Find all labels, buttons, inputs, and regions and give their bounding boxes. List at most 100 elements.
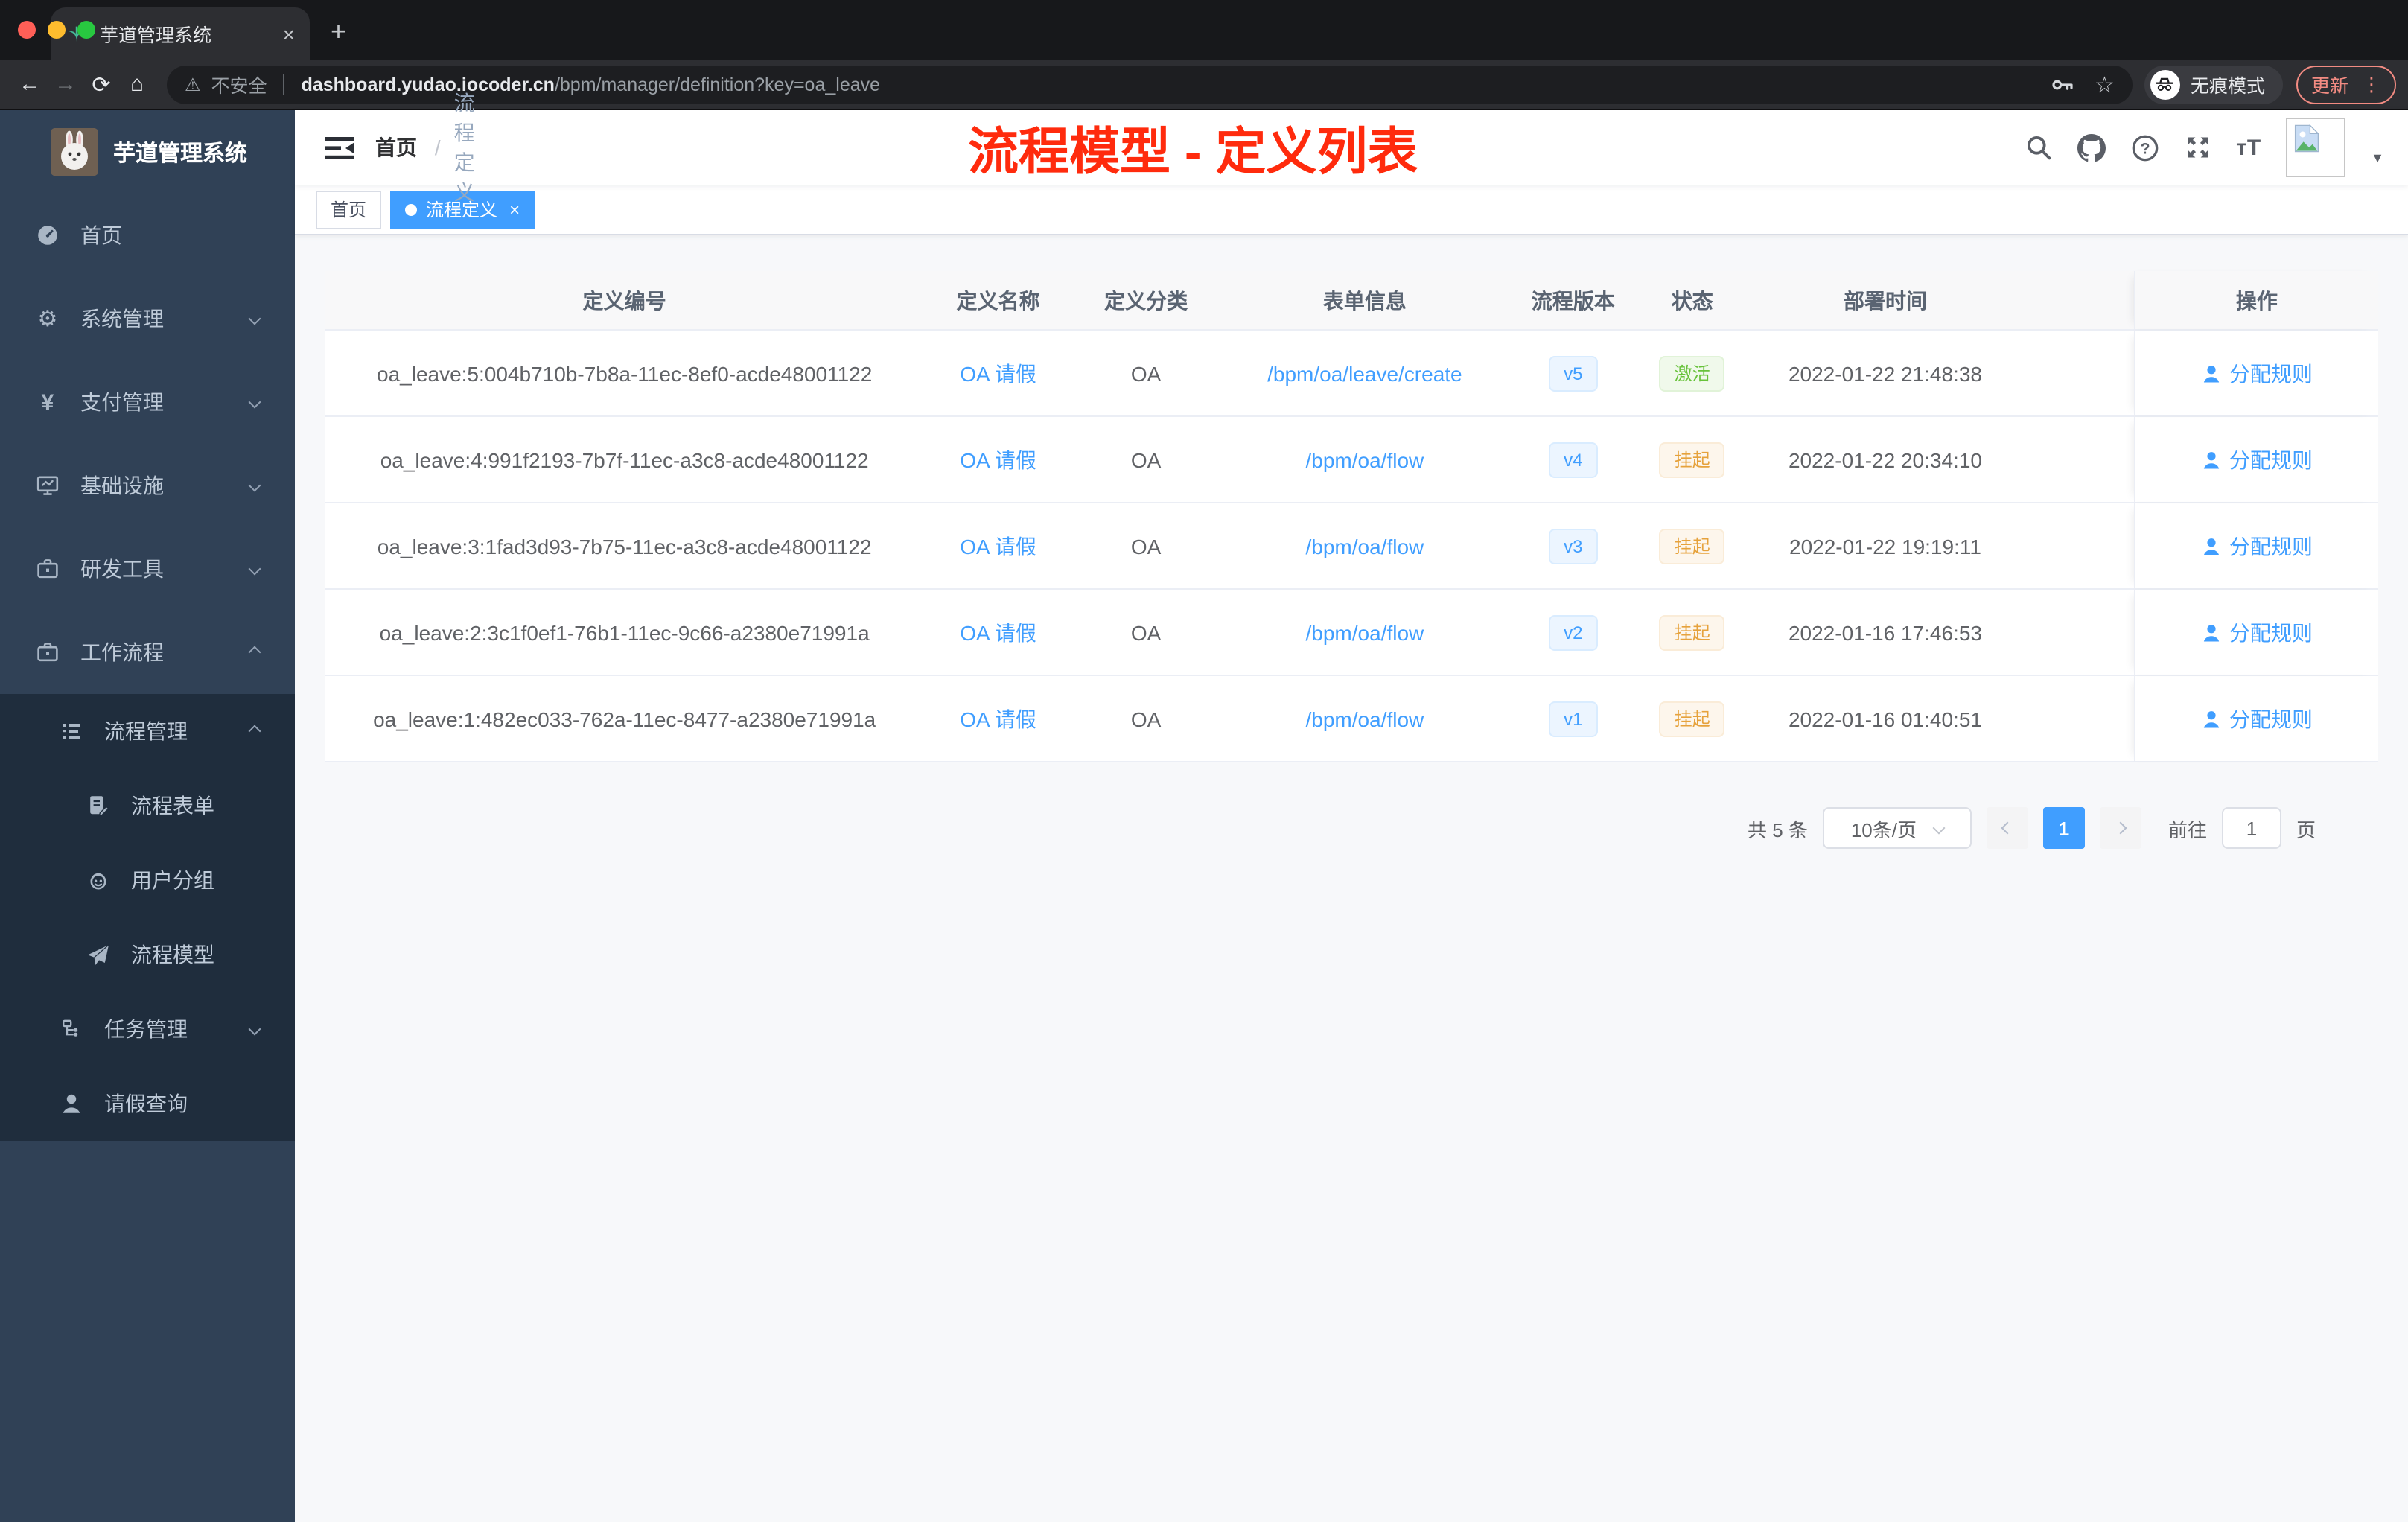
sidebar-item-process-form[interactable]: 流程表单 xyxy=(0,768,295,843)
deploy-time: 2022-01-22 19:19:11 xyxy=(1789,534,1981,558)
definition-name-link[interactable]: OA 请假 xyxy=(960,358,1036,388)
window-zoom-button[interactable] xyxy=(77,21,95,39)
breadcrumb-current: 流程定义 xyxy=(453,91,475,204)
key-icon[interactable] xyxy=(2050,72,2074,96)
form-info-link[interactable]: /bpm/oa/flow xyxy=(1306,620,1424,644)
fullscreen-icon[interactable] xyxy=(2184,134,2211,161)
sidebar-item-label: 流程管理 xyxy=(104,719,188,743)
prev-page-button[interactable] xyxy=(1986,807,2028,849)
goto-label: 前往 xyxy=(2167,818,2207,841)
sidebar-item-process-management[interactable]: 流程管理 xyxy=(0,694,295,768)
sidebar-item-leave-query[interactable]: 请假查询 xyxy=(0,1066,295,1141)
search-icon[interactable] xyxy=(2025,134,2051,161)
sidebar-item-label: 用户分组 xyxy=(131,868,214,892)
reload-icon[interactable]: ⟳ xyxy=(83,71,119,98)
browser-tabstrip: 芋道管理系统 × + xyxy=(0,0,2408,60)
assign-rule-link[interactable]: 分配规则 xyxy=(2201,531,2313,561)
sidebar-item-label: 流程模型 xyxy=(131,943,214,967)
bookmark-star-icon[interactable]: ☆ xyxy=(2095,71,2115,98)
col-definition-id: 定义编号 xyxy=(582,288,666,312)
definition-name-link[interactable]: OA 请假 xyxy=(960,617,1036,647)
window-close-button[interactable] xyxy=(18,21,36,39)
sidebar-item-user-group[interactable]: 用户分组 xyxy=(0,843,295,917)
definition-name-link[interactable]: OA 请假 xyxy=(960,445,1036,474)
url-divider xyxy=(283,74,285,95)
sidebar-item-label: 请假查询 xyxy=(104,1092,188,1115)
sidebar-logo[interactable]: 芋道管理系统 xyxy=(0,110,295,194)
navbar-actions: ? тT ▼ xyxy=(2025,118,2384,177)
next-page-button[interactable] xyxy=(2099,807,2141,849)
form-info-link[interactable]: /bpm/oa/flow xyxy=(1306,534,1424,558)
chevron-down-icon xyxy=(248,479,261,492)
status-badge: 激活 xyxy=(1659,355,1725,391)
sidebar-item-infrastructure[interactable]: 基础设施 xyxy=(0,444,295,527)
chevron-left-icon xyxy=(2001,821,2014,835)
col-process-version: 流程版本 xyxy=(1531,288,1615,312)
version-badge: v5 xyxy=(1549,355,1598,391)
page-size-value: 10条/页 xyxy=(1850,818,1917,841)
page-unit-label: 页 xyxy=(2296,818,2316,841)
breadcrumb-home[interactable]: 首页 xyxy=(375,133,421,162)
caret-down-icon[interactable]: ▼ xyxy=(2371,150,2384,165)
help-icon[interactable]: ? xyxy=(2130,133,2159,162)
definition-table: 定义编号 定义名称 定义分类 表单信息 流程版本 状态 部署时间 操作 oa_l… xyxy=(325,271,2378,762)
github-icon[interactable] xyxy=(2077,133,2106,162)
form-info-link[interactable]: /bpm/oa/leave/create xyxy=(1267,361,1462,385)
forward-icon[interactable]: → xyxy=(48,71,83,97)
definition-id: oa_leave:3:1fad3d93-7b75-11ec-a3c8-acde4… xyxy=(377,534,872,558)
assign-rule-link[interactable]: 分配规则 xyxy=(2201,358,2313,388)
deploy-time: 2022-01-22 21:48:38 xyxy=(1788,361,1982,385)
sidebar-item-payment[interactable]: ¥ 支付管理 xyxy=(0,360,295,444)
assign-rule-link[interactable]: 分配规则 xyxy=(2201,704,2313,733)
definition-id: oa_leave:5:004b710b-7b8a-11ec-8ef0-acde4… xyxy=(377,361,873,385)
window-minimize-button[interactable] xyxy=(48,21,66,39)
form-info-link[interactable]: /bpm/oa/flow xyxy=(1306,448,1424,471)
sidebar-item-label: 流程表单 xyxy=(131,794,214,818)
col-definition-name: 定义名称 xyxy=(956,288,1040,312)
deploy-time: 2022-01-16 01:40:51 xyxy=(1788,707,1982,730)
svg-text:?: ? xyxy=(2140,139,2150,157)
assign-rule-link[interactable]: 分配规则 xyxy=(2201,617,2313,647)
menu-dots-icon: ⋮ xyxy=(2362,72,2381,95)
avatar[interactable] xyxy=(2286,118,2346,177)
sidebar-item-task-management[interactable]: 任务管理 xyxy=(0,992,295,1066)
definition-name-link[interactable]: OA 请假 xyxy=(960,704,1036,733)
robot-face-icon xyxy=(86,868,110,892)
user-icon xyxy=(60,1092,83,1115)
back-icon[interactable]: ← xyxy=(12,71,48,97)
chevron-down-icon xyxy=(248,562,261,576)
incognito-icon xyxy=(2150,69,2180,99)
font-size-icon[interactable]: тT xyxy=(2236,135,2261,160)
col-deploy-time: 部署时间 xyxy=(1843,288,1927,312)
table-row: oa_leave:3:1fad3d93-7b75-11ec-a3c8-acde4… xyxy=(325,503,2378,590)
home-icon[interactable]: ⌂ xyxy=(119,71,155,97)
table-row: oa_leave:4:991f2193-7b7f-11ec-a3c8-acde4… xyxy=(325,417,2378,503)
sidebar-item-home[interactable]: 首页 xyxy=(0,194,295,277)
assign-rule-link[interactable]: 分配规则 xyxy=(2201,445,2313,474)
sidebar-item-system[interactable]: ⚙ 系统管理 xyxy=(0,277,295,360)
tag-home[interactable]: 首页 xyxy=(316,190,382,229)
total-count: 共 5 条 xyxy=(1748,818,1808,841)
table-row: oa_leave:5:004b710b-7b8a-11ec-8ef0-acde4… xyxy=(325,331,2378,417)
table-row: oa_leave:1:482ec033-762a-11ec-8477-a2380… xyxy=(325,676,2378,762)
paper-plane-icon xyxy=(86,943,110,967)
page-size-select[interactable]: 10条/页 xyxy=(1822,807,1972,849)
goto-page-input[interactable] xyxy=(2221,807,2281,849)
update-menu-button[interactable]: 更新 ⋮ xyxy=(2296,65,2396,104)
form-info-link[interactable]: /bpm/oa/flow xyxy=(1306,707,1424,730)
url-text[interactable]: dashboard.yudao.iocoder.cn/bpm/manager/d… xyxy=(302,74,2039,95)
sidebar-item-process-model[interactable]: 流程模型 xyxy=(0,917,295,992)
version-badge: v2 xyxy=(1549,614,1598,650)
definition-category: OA xyxy=(1130,707,1162,730)
sidebar-item-workflow[interactable]: 工作流程 xyxy=(0,611,295,694)
url-path: /bpm/manager/definition?key=oa_leave xyxy=(554,74,881,95)
new-tab-button[interactable]: + xyxy=(331,16,346,48)
not-secure-label[interactable]: 不安全 xyxy=(211,70,267,98)
version-badge: v4 xyxy=(1549,442,1598,477)
chevron-down-icon xyxy=(248,312,261,325)
sidebar-toggle-icon[interactable] xyxy=(325,135,354,160)
definition-name-link[interactable]: OA 请假 xyxy=(960,531,1036,561)
tab-close-icon[interactable]: × xyxy=(283,23,295,44)
sidebar-item-dev-tools[interactable]: 研发工具 xyxy=(0,527,295,611)
page-number-button[interactable]: 1 xyxy=(2042,807,2085,849)
